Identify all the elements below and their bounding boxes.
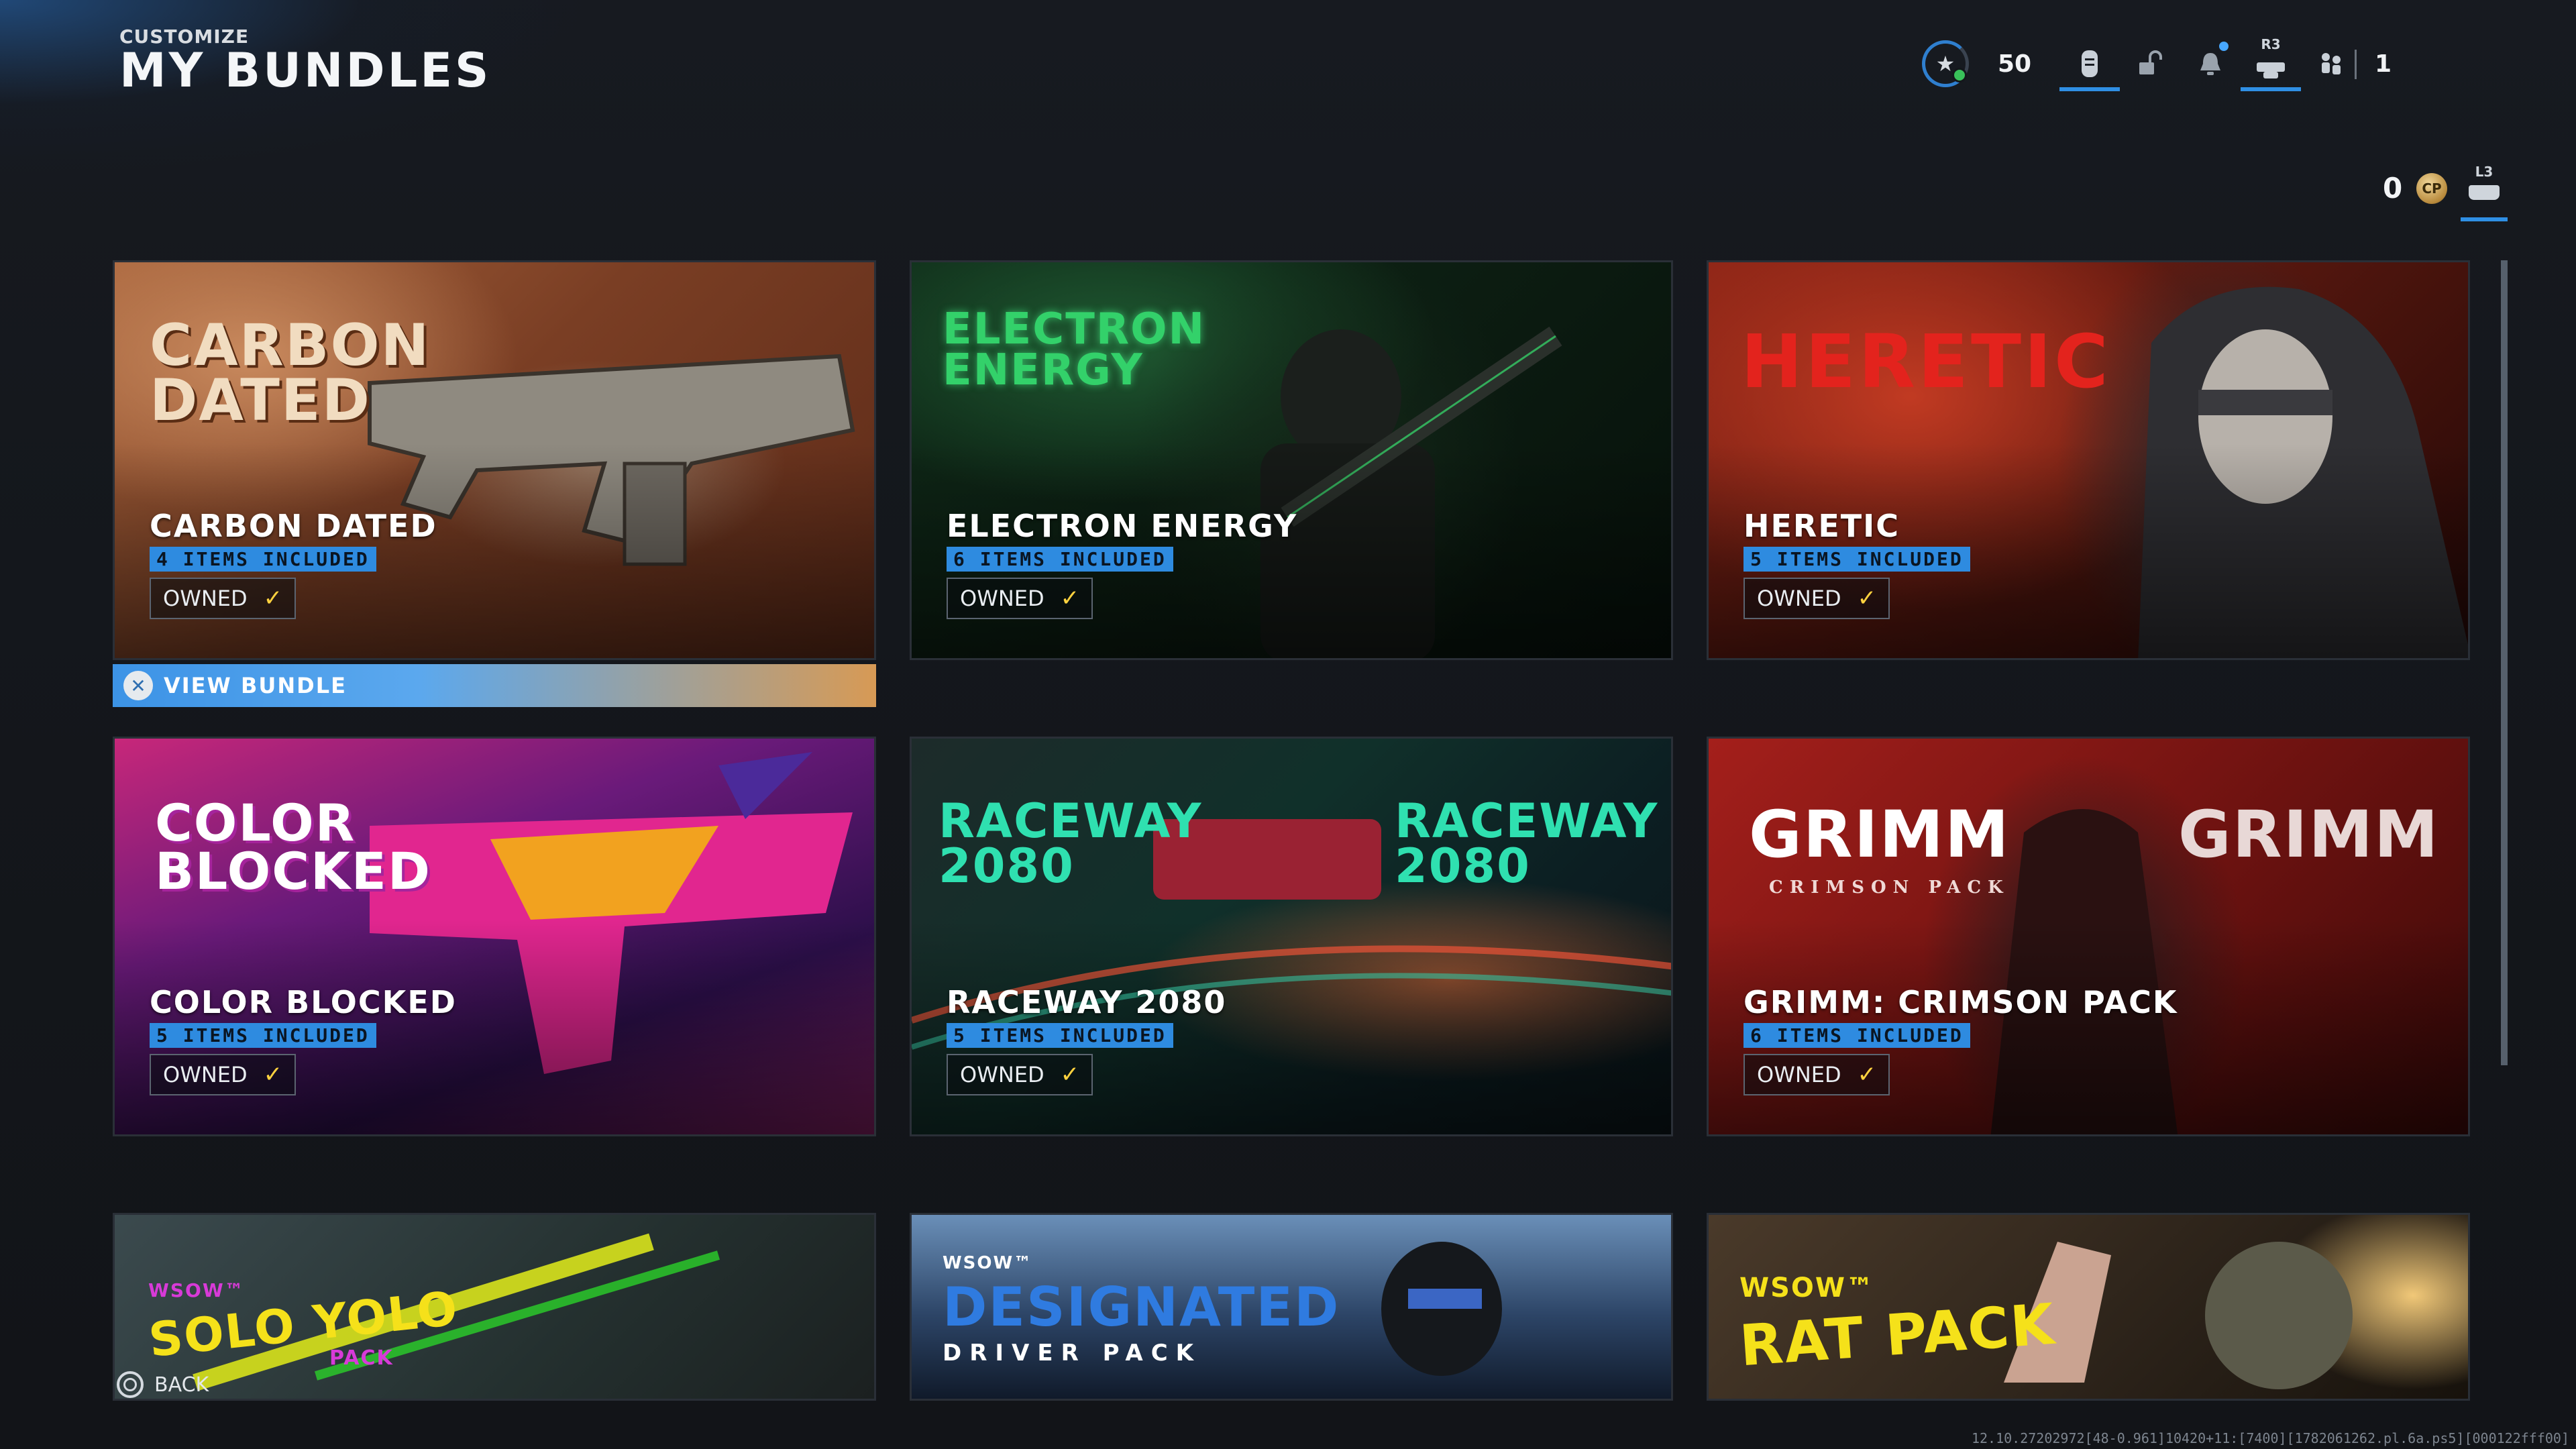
cod-points-icon: CP [2416,173,2447,204]
top-status-bar: ★ 50 R3 1 [1919,27,2455,101]
controller-l3-icon [2469,185,2500,200]
unlock-icon[interactable] [2120,40,2180,87]
bundle-logo-subtitle: CRIMSON PACK [1769,877,2010,898]
owned-status: OWNED ✓ [150,578,297,619]
check-icon: ✓ [1060,1061,1080,1088]
bundle-logo-subtitle: PACK [329,1346,394,1370]
party-count: 1 [2375,50,2392,78]
bundle-logo-secondary: RACEWAY 2080 [1395,794,1659,894]
player-level: 50 [1998,50,2032,78]
owned-status: OWNED ✓ [1743,1054,1890,1095]
bundle-card[interactable]: HERETIC HERETIC 5 ITEMS INCLUDED OWNED ✓ [1707,260,2470,660]
bundle-logo-secondary: GRIMM [2178,797,2440,872]
owned-status: OWNED ✓ [1743,578,1890,619]
operator-icon[interactable] [2059,40,2120,91]
items-included-badge: 6 ITEMS INCLUDED [1743,1023,1970,1048]
notification-badge [2219,42,2229,51]
bundle-logo-brand: WSOW™ [943,1253,1033,1273]
bundle-name: RACEWAY 2080 [947,984,1227,1020]
bundle-card[interactable]: WSOW™ RAT PACK [1707,1213,2470,1401]
currency-display: 0 CP L3 [2375,160,2509,221]
bundle-card[interactable]: RACEWAY 2080 RACEWAY 2080 RACEWAY 2080 5… [910,737,1673,1136]
bundles-screen: CUSTOMIZE MY BUNDLES ★ 50 R3 1 0 CP L3 C… [0,0,2576,1449]
page-title: MY BUNDLES [119,43,492,98]
owned-status: OWNED ✓ [947,1054,1093,1095]
bundle-card[interactable]: COLOR BLOCKED COLOR BLOCKED 5 ITEMS INCL… [113,737,876,1136]
build-version-string: 12.10.27202972[48-0.961]10420+11:[7400][… [1971,1430,2569,1446]
bundle-card[interactable]: GRIMM CRIMSON PACK GRIMM GRIMM: CRIMSON … [1707,737,2470,1136]
check-icon: ✓ [263,585,283,612]
bundle-logo-subtitle: DRIVER PACK [943,1340,1202,1366]
bundle-name: COLOR BLOCKED [150,984,457,1020]
bundle-logo: HERETIC [1741,319,2111,405]
online-status-dot [1952,68,1967,83]
bundle-card[interactable]: ELECTRON ENERGY ELECTRON ENERGY 6 ITEMS … [910,260,1673,660]
bundle-logo-brand: WSOW™ [148,1279,245,1301]
owned-status: OWNED ✓ [947,578,1093,619]
bundle-card[interactable]: WSOW™ SOLO YOLO PACK [113,1213,876,1401]
bundle-logo: GRIMM [1749,797,2010,872]
divider [2355,50,2357,79]
bundle-logo: COLOR BLOCKED [155,793,431,902]
store-l3-button[interactable]: L3 [2461,164,2508,221]
bundle-card[interactable]: CARBON DATED CARBON DATED 4 ITEMS INCLUD… [113,260,876,660]
scrollbar[interactable] [2501,260,2508,1065]
controller-circle-icon [117,1371,144,1398]
bundle-logo: DESIGNATED [943,1276,1340,1338]
items-included-badge: 5 ITEMS INCLUDED [947,1023,1173,1048]
check-icon: ✓ [1857,1061,1877,1088]
bundle-logo: ELECTRON ENERGY [943,305,1206,395]
items-included-badge: 5 ITEMS INCLUDED [150,1023,376,1048]
bundle-name: ELECTRON ENERGY [947,508,1298,544]
bundle-name: CARBON DATED [150,508,437,544]
items-included-badge: 6 ITEMS INCLUDED [947,547,1173,572]
scrollbar-thumb[interactable] [2501,260,2508,1065]
bundle-card[interactable]: WSOW™ DESIGNATED DRIVER PACK [910,1213,1673,1401]
bundle-name: GRIMM: CRIMSON PACK [1743,984,2178,1020]
rank-star-icon: ★ [1922,40,1969,87]
controller-r3-icon[interactable]: R3 [2241,36,2301,91]
check-icon: ✓ [1060,585,1080,612]
back-button[interactable]: BACK [117,1371,209,1398]
bundle-name: HERETIC [1743,508,1900,544]
rank-icon[interactable]: ★ [1919,40,1972,87]
items-included-badge: 4 ITEMS INCLUDED [150,547,376,572]
view-bundle-button[interactable]: ✕ VIEW BUNDLE [113,664,876,707]
controller-cross-icon: ✕ [123,671,153,700]
check-icon: ✓ [263,1061,283,1088]
squad-icon[interactable] [2301,40,2361,87]
bundle-logo-brand: WSOW™ [1739,1273,1875,1303]
bundle-logo: RACEWAY 2080 [938,794,1203,894]
cod-points-count: 0 [2383,172,2403,205]
notification-bell-icon[interactable] [2180,40,2241,87]
check-icon: ✓ [1857,585,1877,612]
items-included-badge: 5 ITEMS INCLUDED [1743,547,1970,572]
bundle-logo: CARBON DATED [150,312,431,434]
owned-status: OWNED ✓ [150,1054,297,1095]
